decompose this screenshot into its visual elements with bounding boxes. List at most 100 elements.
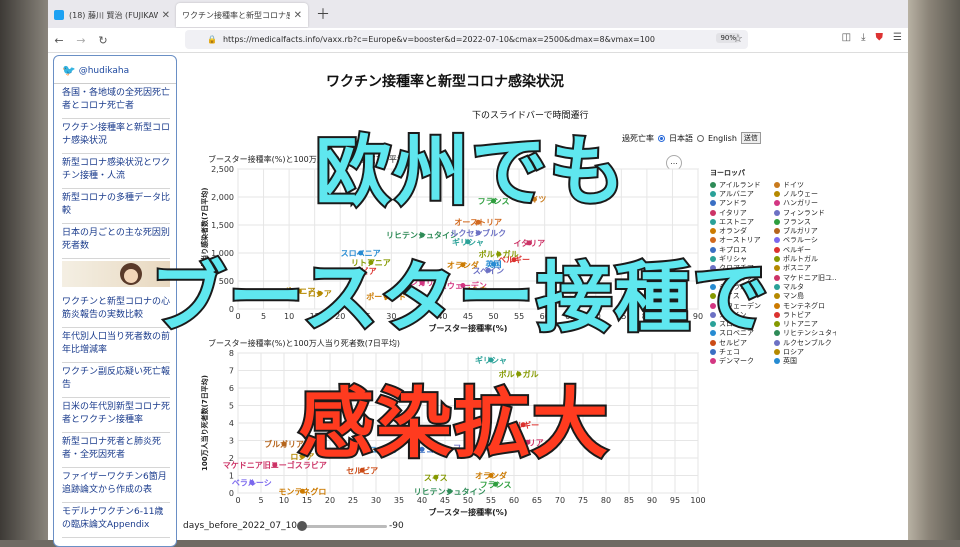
- sidebar-link[interactable]: 新型コロナの多種データ比較: [62, 189, 170, 224]
- forward-icon[interactable]: →: [70, 34, 92, 47]
- radio-japanese[interactable]: [658, 134, 665, 142]
- sidebar-link[interactable]: 新型コロナ感染状況とワクチン接種・人流: [62, 154, 170, 189]
- sidebar-link[interactable]: ファイザーワクチン6箇月追跡論文から作成の表: [62, 468, 170, 503]
- legend-label: ギリシャ: [719, 255, 747, 264]
- twitter-icon: 🐦: [62, 64, 76, 77]
- legend-marker: [774, 348, 780, 355]
- shield-icon[interactable]: ⛊: [876, 32, 884, 43]
- radio-label-ja: 日本語: [669, 133, 693, 143]
- close-icon[interactable]: ✕: [294, 10, 302, 21]
- data-point-label: ベルギー: [507, 420, 539, 430]
- x-tick-label: 50: [488, 312, 498, 321]
- close-icon[interactable]: ✕: [162, 10, 170, 21]
- legend-item[interactable]: ルクセンブルク: [774, 338, 836, 347]
- legend-item[interactable]: マルタ: [774, 282, 836, 291]
- legend-item[interactable]: ロシア: [774, 347, 836, 356]
- y-tick-label: 8: [229, 349, 234, 358]
- reload-icon[interactable]: ↻: [92, 34, 114, 47]
- legend-item[interactable]: チェコ: [710, 347, 772, 356]
- legend-label: ハンガリー: [783, 199, 818, 208]
- sidebar-link[interactable]: ワクチン副反応疑い死亡報告: [62, 363, 170, 398]
- tab-twitter[interactable]: (18) 藤川 賢治 (FUJIKAWA Kenji ✕: [48, 3, 176, 27]
- legend-item[interactable]: ベルギー: [774, 245, 836, 254]
- legend-marker: [710, 246, 716, 253]
- legend-item[interactable]: ハンガリー: [774, 199, 836, 208]
- legend-item[interactable]: イタリア: [710, 208, 772, 217]
- url-bar[interactable]: 🔒 https://medicalfacts.info/vaxx.rb?c=Eu…: [185, 30, 748, 49]
- legend-item[interactable]: ドイツ: [774, 180, 836, 189]
- x-axis-label: ブースター接種率(%): [429, 323, 508, 333]
- tab-label: ワクチン接種率と新型コロナ感染状況: [182, 10, 290, 20]
- legend-item[interactable]: ジブラルタル: [710, 282, 772, 291]
- y-tick-label: 2,500: [211, 165, 234, 174]
- slider-handle[interactable]: [297, 520, 308, 531]
- sidebar-banner-image[interactable]: [62, 261, 170, 287]
- legend-item[interactable]: ボスニア: [774, 264, 836, 273]
- submit-button[interactable]: 送信: [740, 132, 761, 144]
- legend-marker: [774, 246, 780, 253]
- legend-item[interactable]: ベラルーシ: [774, 236, 836, 245]
- legend-label: エストニア: [719, 217, 754, 226]
- legend-item[interactable]: オーストリア: [710, 236, 772, 245]
- legend-item[interactable]: オランダ: [710, 226, 772, 235]
- pocket-icon[interactable]: ◫: [842, 32, 851, 43]
- legend-marker: [710, 293, 716, 300]
- legend-item[interactable]: エストニア: [710, 217, 772, 226]
- bookmark-star-icon[interactable]: ☆: [733, 32, 743, 45]
- menu-icon[interactable]: ☰: [893, 32, 902, 43]
- slider-track[interactable]: [297, 520, 388, 531]
- legend-item[interactable]: ラトビア: [774, 310, 836, 319]
- legend-item[interactable]: デンマーク: [710, 357, 772, 366]
- back-icon[interactable]: ←: [48, 34, 70, 47]
- legend-item[interactable]: 英国: [774, 357, 836, 366]
- legend-marker: [710, 265, 716, 272]
- legend-item[interactable]: アイルランド: [710, 180, 772, 189]
- legend-item[interactable]: フランス: [774, 217, 836, 226]
- sidebar-link[interactable]: 各国・各地域の全死因死亡者とコロナ死亡者: [62, 84, 170, 119]
- legend-item[interactable]: スウェーデン: [710, 301, 772, 310]
- legend-item[interactable]: スロバキア: [710, 319, 772, 328]
- legend-item[interactable]: クロアチア: [710, 264, 772, 273]
- download-icon[interactable]: ⤓: [861, 32, 865, 43]
- tab-vaxx[interactable]: ワクチン接種率と新型コロナ感染状況 ✕: [176, 3, 308, 27]
- legend-item[interactable]: マン島: [774, 292, 836, 301]
- legend-item[interactable]: キプロス: [710, 245, 772, 254]
- slider-label: days_before_2022_07_10: [183, 521, 298, 531]
- legend-item[interactable]: マケドニア旧ユ...: [774, 273, 836, 282]
- sidebar-link[interactable]: 日本の月ごとの主な死因別死者数: [62, 224, 170, 259]
- sidebar-link[interactable]: 年代別人口当り死者数の前年比増減率: [62, 328, 170, 363]
- legend-item[interactable]: サンマリノ: [710, 273, 772, 282]
- legend-item[interactable]: スイス: [710, 292, 772, 301]
- legend-item[interactable]: ブルガリア: [774, 226, 836, 235]
- legend-item[interactable]: モンテネグロ: [774, 301, 836, 310]
- legend-item[interactable]: ノルウェー: [774, 189, 836, 198]
- new-tab-icon[interactable]: ＋: [316, 4, 330, 24]
- sidebar-link[interactable]: モデルナワクチン6-11歳の臨床論文Appendix: [62, 503, 170, 538]
- legend-item[interactable]: スロベニア: [710, 329, 772, 338]
- radio-english[interactable]: [697, 134, 704, 142]
- x-tick-label: 55: [486, 496, 496, 505]
- slider-value: -90: [389, 521, 404, 531]
- legend-item[interactable]: セルビア: [710, 338, 772, 347]
- twitter-link[interactable]: 🐦 @hudikaha: [54, 56, 176, 77]
- legend-item[interactable]: ギリシャ: [710, 254, 772, 263]
- legend-item[interactable]: リトアニア: [774, 319, 836, 328]
- sidebar-link[interactable]: 新型コロナ死者と肺炎死者・全死因死者: [62, 433, 170, 468]
- sidebar-link[interactable]: 日米の年代別新型コロナ死者とワクチン接種率: [62, 398, 170, 433]
- sidebar-link[interactable]: ワクチンと新型コロナの心筋炎報告の実数比較: [62, 293, 170, 328]
- legend-item[interactable]: アンドラ: [710, 199, 772, 208]
- legend-marker: [710, 190, 716, 197]
- legend-item[interactable]: アルバニア: [710, 189, 772, 198]
- legend-label: ノルウェー: [783, 189, 818, 198]
- x-tick-label: 85: [667, 312, 677, 321]
- x-tick-label: 5: [258, 496, 263, 505]
- y-tick-label: 5: [229, 402, 234, 411]
- legend-item[interactable]: スペイン: [710, 310, 772, 319]
- legend-item[interactable]: リヒテンシュタイ...: [774, 329, 836, 338]
- tab-bar: (18) 藤川 賢治 (FUJIKAWA Kenji ✕ ワクチン接種率と新型コ…: [48, 0, 908, 28]
- legend-item[interactable]: フィンランド: [774, 208, 836, 217]
- sidebar-link[interactable]: ワクチン接種率と新型コロナ感染状況: [62, 119, 170, 154]
- data-point-label: フランス: [478, 197, 510, 206]
- x-tick-label: 40: [417, 496, 427, 505]
- legend-item[interactable]: ポルトガル: [774, 254, 836, 263]
